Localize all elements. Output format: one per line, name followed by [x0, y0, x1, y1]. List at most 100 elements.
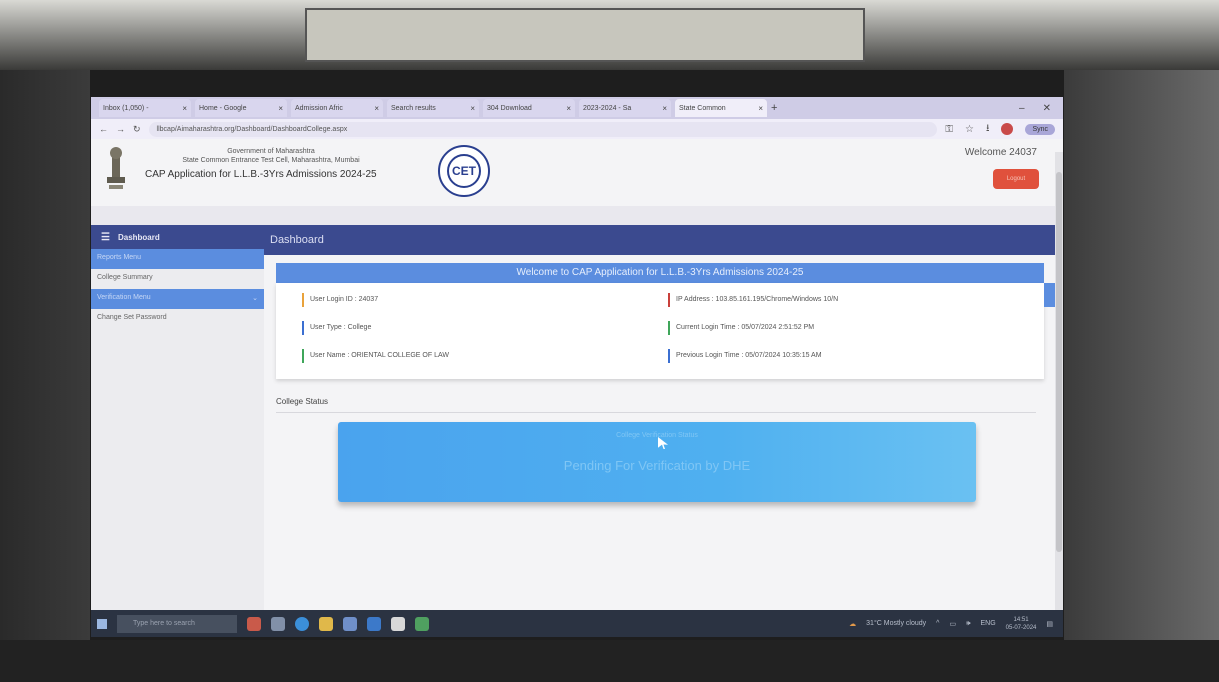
system-tray: ☁ 31°C Mostly cloudy ^ ▭ 🕪 ENG 14:51 05-…: [849, 616, 1063, 632]
browser-tab[interactable]: Search results ×: [387, 99, 479, 117]
store-icon[interactable]: [343, 616, 357, 631]
user-login-id: User Login ID : 24037: [302, 293, 378, 307]
browser-tab[interactable]: 304 Download ×: [483, 99, 575, 117]
browser-tab-active[interactable]: State Common ×: [675, 99, 767, 117]
reload-icon[interactable]: ↻: [133, 124, 141, 135]
browser-tab[interactable]: Home - Google ×: [195, 99, 287, 117]
close-icon[interactable]: ×: [662, 104, 667, 113]
browser-tab[interactable]: Admission Afric ×: [291, 99, 383, 117]
tab-label: Admission Afric: [295, 104, 343, 112]
verification-status-banner: College Verification Status Pending For …: [338, 422, 976, 502]
task-view-icon[interactable]: [271, 616, 285, 631]
url-field[interactable]: llbcap/Aimaharashtra.org/Dashboard/Dashb…: [148, 121, 938, 137]
sidebar-item-verification-menu[interactable]: Verification Menu ⌄: [91, 289, 264, 309]
edge-icon[interactable]: [295, 616, 309, 631]
star-icon[interactable]: ☆: [965, 124, 974, 135]
clock-time: 14:51: [1013, 616, 1029, 623]
cet-logo-text: CET: [447, 154, 481, 188]
user-info-card: User Login ID : 24037 User Type : Colleg…: [276, 283, 1063, 379]
sidebar-item-reports-menu[interactable]: Reports Menu: [91, 249, 264, 269]
photo-background-left: [0, 70, 90, 682]
file-explorer-icon[interactable]: [319, 616, 333, 631]
weather-icon: ☁: [849, 620, 857, 628]
user-name: User Name : ORIENTAL COLLEGE OF LAW: [302, 349, 449, 363]
key-icon[interactable]: ⚿: [945, 124, 953, 135]
excel-icon[interactable]: [415, 616, 429, 631]
photo-background-top: [0, 0, 1219, 70]
page-scrollbar[interactable]: [1055, 152, 1063, 612]
minimize-icon[interactable]: –: [1019, 103, 1025, 114]
current-login-time: Current Login Time : 05/07/2024 2:51:52 …: [668, 321, 814, 335]
windows-start-icon[interactable]: [97, 618, 107, 629]
close-icon[interactable]: ×: [566, 104, 571, 113]
gov-line2: State Common Entrance Test Cell, Maharas…: [182, 157, 360, 164]
sidebar-item-college-summary[interactable]: College Summary: [91, 269, 264, 289]
browser-tab-bar: Inbox (1,050) - × Home - Google × Admissio…: [91, 97, 1063, 119]
close-icon[interactable]: ×: [374, 104, 379, 113]
tray-chevron-icon[interactable]: ^: [936, 620, 939, 627]
cet-logo: CET: [438, 145, 490, 197]
toolbar-icons: ⚿ ☆ ⭳ Sync: [945, 121, 1055, 138]
monitor-screen: Inbox (1,050) - × Home - Google × Admissio…: [91, 97, 1063, 637]
forward-icon[interactable]: →: [116, 124, 125, 134]
app-title: CAP Application for L.L.B.-3Yrs Admissio…: [145, 169, 377, 180]
close-icon[interactable]: ×: [182, 104, 187, 113]
clock-date: 05-07-2024: [1005, 624, 1037, 631]
photo-background-bottom: [0, 640, 1219, 682]
back-icon[interactable]: ←: [99, 124, 108, 134]
tab-label: 2023-2024 - Sa: [583, 104, 632, 112]
gov-line1: Government of Maharashtra: [227, 148, 315, 155]
clock[interactable]: 14:51 05-07-2024: [1006, 616, 1037, 632]
windows-taskbar: Type here to search ☁ 31°C Mostly cloudy…: [91, 610, 1063, 637]
sync-button[interactable]: Sync: [1025, 123, 1055, 135]
menu-icon[interactable]: ☰: [101, 232, 110, 243]
tab-label: Search results: [391, 104, 436, 112]
logout-button[interactable]: Logout: [993, 169, 1039, 189]
browser-tab[interactable]: Inbox (1,050) - ×: [99, 99, 191, 117]
main-content: Dashboard Welcome to CAP Application for…: [264, 225, 1063, 610]
wall-poster: [305, 8, 865, 62]
weather-text[interactable]: 31°C Mostly cloudy: [866, 620, 926, 627]
tab-label: 304 Download: [487, 104, 532, 112]
chevron-down-icon: ⌄: [252, 295, 258, 302]
government-heading: Government of Maharashtra State Common E…: [141, 147, 401, 165]
sidebar: ☰ Dashboard Reports Menu College Summary …: [91, 225, 264, 610]
sidebar-dashboard[interactable]: ☰ Dashboard: [91, 225, 264, 249]
user-type: User Type : College: [302, 321, 371, 335]
scrollbar-thumb[interactable]: [1056, 172, 1062, 552]
photo-background-right: [1064, 70, 1219, 682]
status-text: Pending For Verification by DHE: [563, 458, 751, 473]
status-caption: College Verification Status: [616, 432, 698, 439]
welcome-banner: Welcome to CAP Application for L.L.B.-3Y…: [276, 263, 1044, 283]
volume-icon[interactable]: 🕪: [966, 620, 970, 628]
previous-login-time: Previous Login Time : 05/07/2024 10:35:1…: [668, 349, 822, 363]
page-title: Dashboard: [264, 225, 1063, 255]
sidebar-item-label: Verification Menu: [97, 294, 151, 301]
download-icon[interactable]: ⭳: [986, 121, 990, 138]
network-icon[interactable]: ▭: [949, 620, 956, 628]
state-emblem-icon: [107, 147, 125, 189]
browser-tab[interactable]: 2023-2024 - Sa ×: [579, 99, 671, 117]
taskbar-search[interactable]: Type here to search: [117, 614, 237, 633]
college-status-label: College Status: [276, 397, 329, 406]
site-header: Government of Maharashtra State Common E…: [91, 139, 1063, 206]
chrome-icon[interactable]: [391, 616, 405, 631]
close-window-icon[interactable]: ✕: [1043, 103, 1051, 114]
app-icon[interactable]: [247, 616, 261, 631]
sidebar-item-change-password[interactable]: Change Set Password: [91, 309, 264, 329]
notification-icon[interactable]: ▤: [1046, 620, 1053, 628]
tab-label: Home - Google: [199, 104, 247, 112]
close-icon[interactable]: ×: [758, 104, 763, 113]
profile-icon[interactable]: [1001, 123, 1014, 135]
mail-icon[interactable]: [367, 616, 381, 631]
window-controls: – ✕: [1019, 103, 1063, 114]
welcome-user: Welcome 24037: [964, 147, 1037, 158]
language-indicator[interactable]: ENG: [981, 620, 996, 627]
new-tab-button[interactable]: +: [771, 102, 777, 114]
close-icon[interactable]: ×: [470, 104, 475, 113]
ip-address: IP Address : 103.85.161.195/Chrome/Windo…: [668, 293, 838, 307]
tab-label: Inbox (1,050) -: [103, 104, 149, 112]
sidebar-title: Dashboard: [117, 232, 160, 242]
tab-label: State Common: [679, 104, 726, 112]
close-icon[interactable]: ×: [278, 104, 283, 113]
